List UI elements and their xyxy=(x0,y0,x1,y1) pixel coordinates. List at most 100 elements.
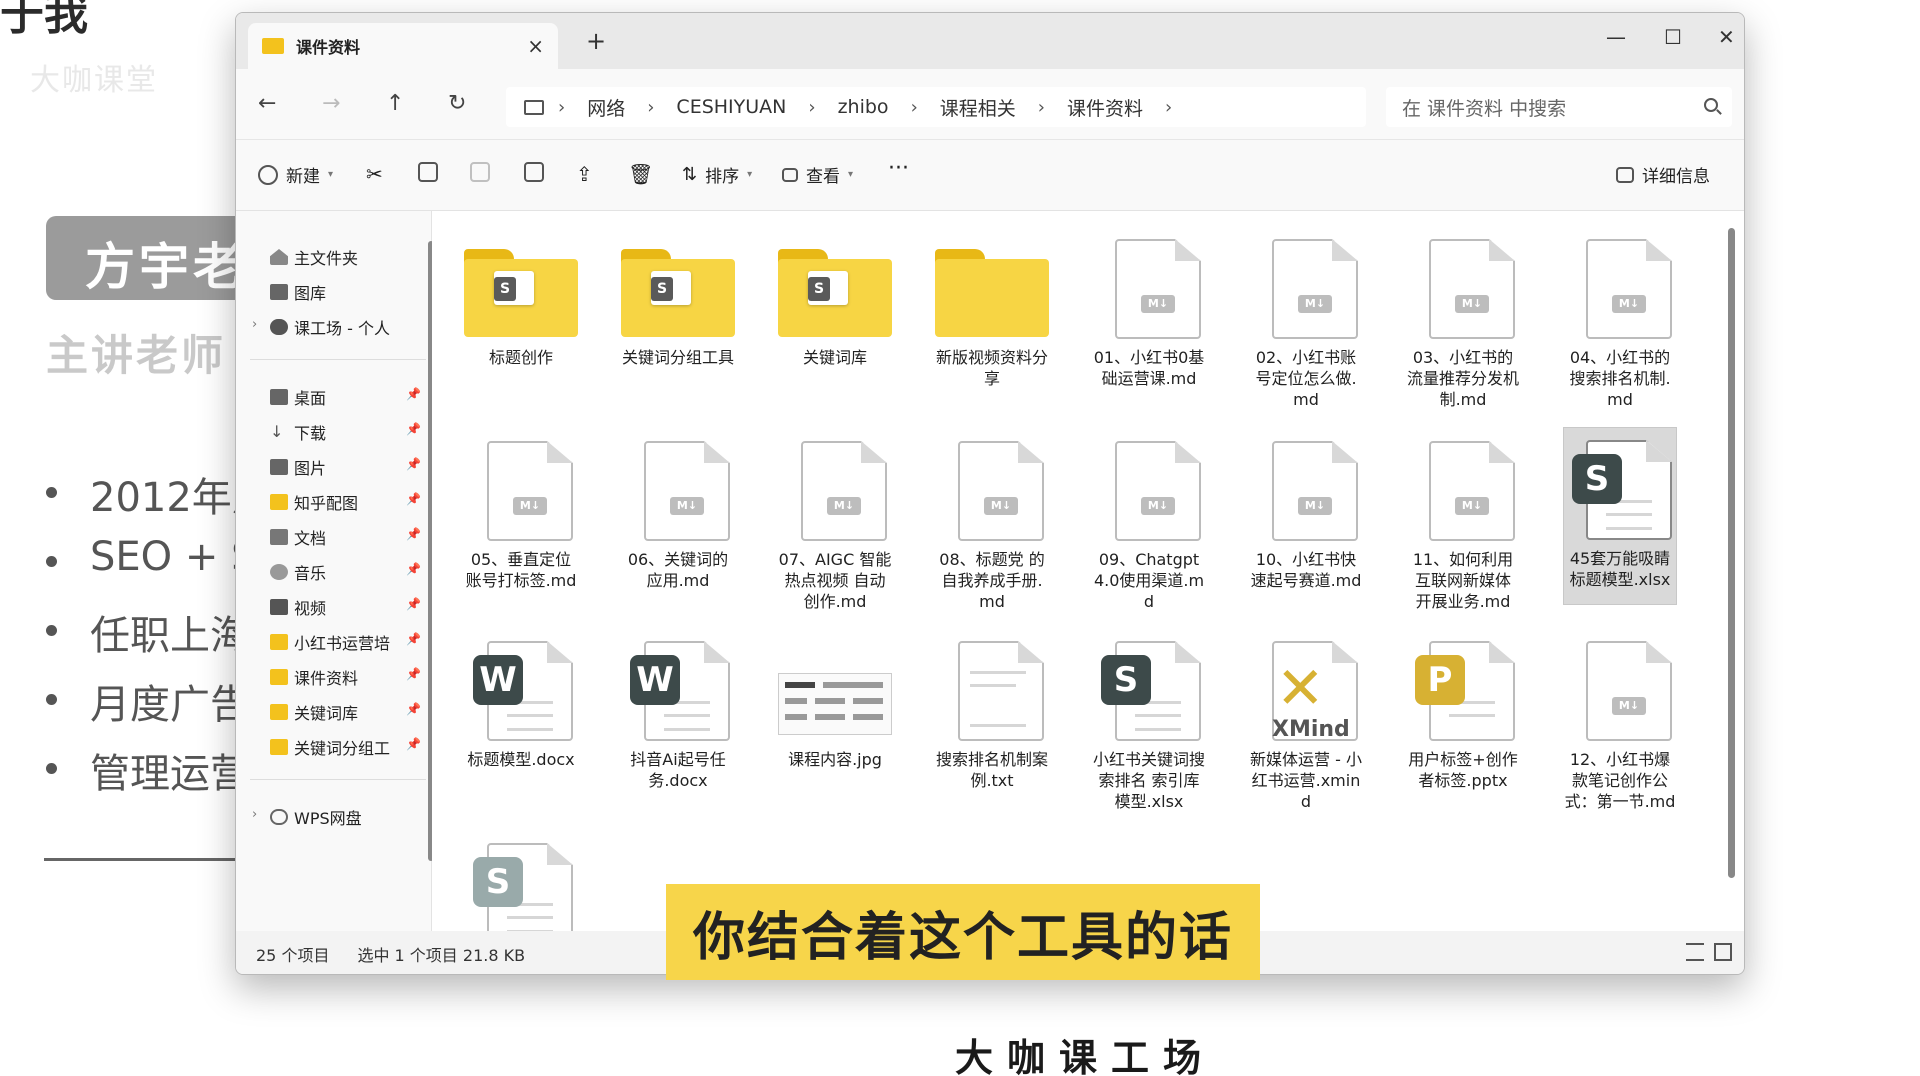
file-item-docx[interactable]: W 标题模型.docx xyxy=(464,641,578,770)
minimize-button[interactable]: — xyxy=(1606,25,1626,49)
file-item-txt[interactable]: 搜索排名机制案例.txt xyxy=(935,641,1049,791)
slide-heading: 于我 xyxy=(0,0,88,40)
breadcrumb-item[interactable]: 课件资料 xyxy=(1067,94,1143,121)
file-name: 新版视频资料分享 xyxy=(935,348,1048,388)
file-item-xlsx-selected[interactable]: S 45套万能吸睛标题模型.xlsx xyxy=(1563,427,1677,605)
file-item-md[interactable]: M↓ 06、关键词的应用.md xyxy=(621,441,735,591)
presenter-name: 方宇老 xyxy=(85,238,247,296)
file-item-folder[interactable]: S 标题创作 xyxy=(464,239,578,368)
file-item-md[interactable]: M↓ 12、小红书爆款笔记创作公式：第一节.md xyxy=(1563,641,1677,812)
file-item-md[interactable]: M↓ 02、小红书账号定位怎么做.md xyxy=(1249,239,1363,410)
tab-courseware[interactable]: 课件资料 × xyxy=(248,23,558,69)
pin-icon: 📌 xyxy=(406,527,421,541)
file-name: 12、小红书爆款笔记创作公式：第一节.md xyxy=(1564,750,1676,811)
file-item-docx[interactable]: W 抖音Ai起号任务.docx xyxy=(621,641,735,791)
file-item-md[interactable]: M↓ 07、AIGC 智能热点视频 自动创作.md xyxy=(778,441,892,612)
close-tab-button[interactable]: × xyxy=(527,34,544,58)
chevron-right-icon[interactable]: › xyxy=(252,317,257,332)
file-item-md[interactable]: M↓ 03、小红书的流量推荐分发机制.md xyxy=(1406,239,1520,410)
folder-icon xyxy=(270,704,288,720)
file-name: 02、小红书账号定位怎么做.md xyxy=(1255,348,1357,409)
close-window-button[interactable]: ✕ xyxy=(1718,25,1735,49)
forward-arrow-icon[interactable]: → xyxy=(322,91,340,116)
breadcrumb-item[interactable]: CESHIYUAN xyxy=(676,96,786,118)
file-item-pptx[interactable]: P 用户标签+创作者标签.pptx xyxy=(1406,641,1520,791)
folder-icon: S xyxy=(464,249,578,337)
file-item-md[interactable]: M↓ 08、标题党 的自我养成手册.md xyxy=(935,441,1049,612)
file-item-folder[interactable]: S 关键词分组工具 xyxy=(621,239,735,368)
file-item-xlsx[interactable]: S 小红书关键词搜索排名 索引库模型.xlsx xyxy=(1092,641,1206,812)
sidebar-item-videos[interactable]: 视频 xyxy=(270,595,420,619)
navigation-pane: 主文件夹 图库 › 课工场 - 个人 桌面 📌 ↓ 下载 📌 图片 📌 知乎配图 … xyxy=(236,211,434,931)
folder-icon xyxy=(270,669,288,685)
sidebar-item-cloud-personal[interactable]: 课工场 - 个人 xyxy=(270,315,420,339)
sort-button[interactable]: ⇅ 排序 ▾ xyxy=(682,162,752,187)
new-button[interactable]: 新建 ▾ xyxy=(258,162,333,187)
search-input[interactable]: 在 课件资料 中搜索 xyxy=(1386,87,1732,127)
sidebar-item-xhs-training[interactable]: 小红书运营培 xyxy=(270,630,420,654)
command-bar: 新建 ▾ ✂ ⇪ 🗑 ⇅ 排序 ▾ 查看 ▾ ··· 详细信息 xyxy=(236,139,1744,211)
sidebar-item-courseware[interactable]: 课件资料 xyxy=(270,665,420,689)
file-item-md[interactable]: M↓ 09、Chatgpt 4.0使用渠道.md xyxy=(1092,441,1206,612)
presenter-role: 主讲老师 xyxy=(46,331,227,380)
sidebar-item-music[interactable]: 音乐 xyxy=(270,560,420,584)
up-arrow-icon[interactable]: ↑ xyxy=(386,91,404,116)
rename-icon xyxy=(524,162,544,182)
rename-button[interactable] xyxy=(524,162,552,182)
folder-icon xyxy=(270,634,288,650)
breadcrumb-item[interactable]: 网络 xyxy=(587,94,625,121)
selection-info: 选中 1 个项目 21.8 KB xyxy=(357,945,526,965)
sidebar-item-downloads[interactable]: ↓ 下载 xyxy=(270,420,420,444)
sidebar-item-pictures[interactable]: 图片 xyxy=(270,455,420,479)
sidebar-item-documents[interactable]: 文档 xyxy=(270,525,420,549)
sidebar-item-wps-cloud[interactable]: WPS网盘 xyxy=(270,805,420,829)
file-item-jpg[interactable]: 课程内容.jpg xyxy=(778,641,892,770)
file-grid: S 标题创作 S 关键词分组工具 S 关键词库 新版视频资料分享 M↓ 01、小… xyxy=(432,211,1744,931)
folder-icon xyxy=(262,38,284,54)
refresh-icon[interactable]: ↻ xyxy=(448,91,466,116)
file-name: 标题模型.docx xyxy=(467,750,575,769)
breadcrumb-item[interactable]: 课程相关 xyxy=(940,94,1016,121)
sidebar-item-home[interactable]: 主文件夹 xyxy=(270,245,420,269)
file-name: 45套万能吸睛标题模型.xlsx xyxy=(1569,549,1671,589)
music-icon xyxy=(270,564,288,580)
file-item-md[interactable]: M↓ 04、小红书的搜索排名机制.md xyxy=(1563,239,1677,410)
file-item-md[interactable]: M↓ 11、如何利用互联网新媒体 开展业务.md xyxy=(1406,441,1520,612)
view-button[interactable]: 查看 ▾ xyxy=(782,162,853,187)
desktop-icon xyxy=(270,389,288,405)
file-item-xmind[interactable]: ✕ XMind 新媒体运营 - 小红书运营.xmind xyxy=(1249,641,1363,812)
sidebar-item-desktop[interactable]: 桌面 xyxy=(270,385,420,409)
delete-button[interactable]: 🗑 xyxy=(628,162,653,186)
share-button[interactable]: ⇪ xyxy=(576,162,593,186)
file-item-md[interactable]: M↓ 05、垂直定位账号打标签.md xyxy=(464,441,578,591)
back-arrow-icon[interactable]: ← xyxy=(258,91,276,116)
file-item-folder[interactable]: 新版视频资料分享 xyxy=(935,239,1049,389)
large-icons-view-icon[interactable] xyxy=(1714,943,1732,961)
new-tab-button[interactable]: + xyxy=(586,27,606,55)
sidebar-item-keyword-library[interactable]: 关键词库 xyxy=(270,700,420,724)
file-item-xlsx[interactable]: S xyxy=(464,843,578,931)
file-item-md[interactable]: M↓ 01、小红书0基础运营课.md xyxy=(1092,239,1206,389)
item-count: 25 个项目 xyxy=(256,945,330,965)
copy-button[interactable] xyxy=(418,162,446,182)
paste-button[interactable] xyxy=(470,162,498,182)
breadcrumb[interactable]: › 网络 › CESHIYUAN › zhibo › 课程相关 › 课件资料 › xyxy=(506,87,1366,127)
plus-icon xyxy=(258,164,278,185)
wps-sheet-badge-icon: S xyxy=(473,857,523,907)
content-scrollbar[interactable] xyxy=(1728,228,1735,878)
sidebar-item-zhihu-images[interactable]: 知乎配图 xyxy=(270,490,420,514)
file-item-md[interactable]: M↓ 10、小红书快速起号赛道.md xyxy=(1249,441,1363,591)
details-pane-button[interactable]: 详细信息 xyxy=(1616,162,1710,187)
sidebar-item-gallery[interactable]: 图库 xyxy=(270,280,420,304)
file-item-folder[interactable]: S 关键词库 xyxy=(778,239,892,368)
brand-logo-text: 大咖课工场 xyxy=(955,1035,1216,1076)
details-view-icon[interactable] xyxy=(1686,943,1704,961)
file-name: 01、小红书0基础运营课.md xyxy=(1093,348,1205,388)
breadcrumb-item[interactable]: zhibo xyxy=(838,96,889,118)
cut-button[interactable]: ✂ xyxy=(366,162,383,186)
sidebar-item-keyword-grouping[interactable]: 关键词分组工 xyxy=(270,735,420,759)
more-options-button[interactable]: ··· xyxy=(888,156,909,181)
maximize-button[interactable]: ☐ xyxy=(1664,25,1682,49)
video-subtitle: 你结合着这个工具的话 xyxy=(666,884,1260,980)
chevron-right-icon[interactable]: › xyxy=(252,807,257,822)
